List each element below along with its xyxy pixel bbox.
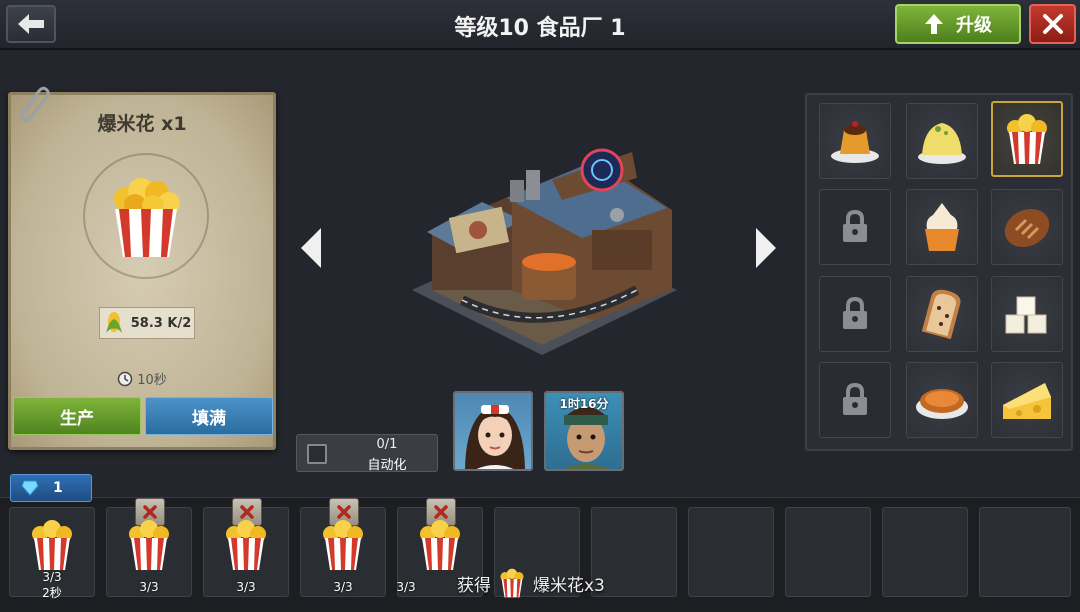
- popcorn-recipe-icon: [1007, 114, 1047, 164]
- mashed-potato-icon: [918, 123, 966, 164]
- lock-icon: [843, 297, 867, 329]
- queue-slot-count: 3/3: [139, 580, 159, 594]
- recipe-mashed-potato[interactable]: [906, 103, 978, 179]
- automation-label: 自动化: [367, 458, 407, 473]
- recipe-cheese[interactable]: [991, 362, 1063, 438]
- worker-timer: 1时16分: [559, 397, 609, 411]
- produce-button[interactable]: 生产: [13, 397, 141, 435]
- reward-item: 爆米花x3: [533, 575, 605, 596]
- popcorn-icon: [226, 520, 266, 570]
- female-worker-avatar-icon: [465, 405, 525, 469]
- recipe-locked-slot[interactable]: [819, 276, 891, 352]
- lock-icon: [843, 383, 867, 415]
- production-time: 10秒: [11, 369, 273, 388]
- product-image-frame: [83, 153, 209, 279]
- automation-toggle[interactable]: 0/1 自动化: [296, 434, 438, 473]
- page-title: 等级10 食品厂 1: [454, 16, 626, 41]
- gem-count: 1: [53, 480, 63, 496]
- popcorn-icon: [129, 520, 169, 570]
- pudding-icon: [831, 121, 879, 163]
- queue-slot[interactable]: 3/3: [203, 498, 289, 597]
- next-factory-arrow-icon[interactable]: [752, 226, 780, 270]
- recipe-locked-slot[interactable]: [819, 189, 891, 265]
- reward-notification: 获得 爆米花x3: [457, 566, 657, 600]
- queue-slot-count: 3/3: [42, 570, 62, 584]
- close-button[interactable]: [1029, 4, 1076, 44]
- back-button[interactable]: [6, 5, 56, 43]
- queue-slot-time: 2秒: [42, 586, 62, 600]
- recipe-locked-slot[interactable]: [819, 362, 891, 438]
- prev-factory-arrow-icon[interactable]: [297, 226, 325, 270]
- worker-portrait-male[interactable]: 1时16分: [544, 391, 624, 471]
- fill-button[interactable]: 填满: [145, 397, 273, 435]
- product-title: 爆米花 x1: [97, 113, 187, 135]
- product-card: 爆米花 x1 58.3 K/2 10秒 生产 填满: [8, 86, 276, 450]
- queue-slot-empty[interactable]: [785, 507, 871, 597]
- queue-slot-count: 3/3: [396, 580, 416, 594]
- recipe-cupcake[interactable]: [906, 189, 978, 265]
- production-time-value: 10秒: [137, 373, 167, 388]
- recipe-pie[interactable]: [906, 362, 978, 438]
- gem-counter[interactable]: 1: [10, 474, 92, 502]
- popcorn-icon: [32, 520, 72, 570]
- pie-icon: [916, 389, 968, 419]
- sugar-cubes-icon: [1005, 296, 1047, 334]
- recipe-popcorn[interactable]: [991, 101, 1063, 177]
- queue-slot-empty[interactable]: [882, 507, 968, 597]
- queue-slot-empty[interactable]: [979, 507, 1071, 597]
- gem-icon: [21, 480, 39, 496]
- resource-cost: 58.3 K/2: [99, 307, 195, 339]
- queue-slot-empty[interactable]: [688, 507, 774, 597]
- raisin-bread-icon: [921, 289, 961, 340]
- queue-slot[interactable]: 3/3 2秒: [9, 507, 95, 600]
- popcorn-icon: [420, 520, 460, 570]
- popcorn-icon: [323, 520, 363, 570]
- queue-slot-count: 3/3: [236, 580, 256, 594]
- automation-checkbox[interactable]: [307, 444, 327, 464]
- back-arrow-icon: [18, 14, 44, 34]
- close-icon: [1042, 14, 1063, 34]
- lock-icon: [843, 210, 867, 242]
- popcorn-icon: [500, 568, 524, 598]
- automation-count: 0/1: [376, 437, 398, 452]
- reward-prefix: 获得: [457, 575, 491, 596]
- popcorn-icon: [114, 178, 180, 257]
- queue-slot[interactable]: 3/3: [106, 498, 192, 597]
- factory-building-illustration: [412, 148, 677, 355]
- recipe-sugar-cubes[interactable]: [991, 276, 1063, 352]
- header-bar: 等级10 食品厂 1 升级: [0, 0, 1080, 50]
- bread-loaf-icon: [1004, 209, 1050, 247]
- cheese-icon: [1003, 383, 1051, 419]
- recipe-pudding[interactable]: [819, 103, 891, 179]
- corn-icon: [105, 312, 122, 333]
- worker-portrait-female[interactable]: [453, 391, 533, 471]
- up-arrow-icon: [925, 14, 943, 34]
- cupcake-icon: [925, 203, 959, 251]
- resource-cost-value: 58.3 K/2: [130, 315, 192, 331]
- clock-icon: [117, 371, 133, 386]
- recipe-raisin-bread[interactable]: [906, 276, 978, 352]
- upgrade-button[interactable]: 升级: [895, 4, 1021, 44]
- upgrade-label: 升级: [956, 15, 992, 36]
- recipe-bread-loaf[interactable]: [991, 189, 1063, 265]
